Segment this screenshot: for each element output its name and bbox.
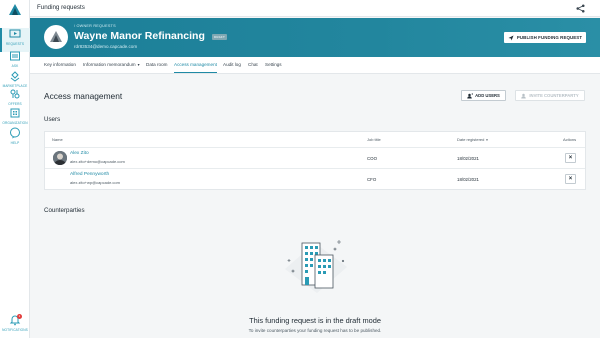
column-header-name: Name bbox=[52, 137, 63, 142]
tab-access-management[interactable]: Access management bbox=[174, 62, 217, 73]
sidebar-item-label: Organization bbox=[2, 121, 28, 125]
request-header: / OWNER REQUESTS Wayne Manor Refinancing… bbox=[30, 18, 600, 57]
users-title: Users bbox=[44, 116, 61, 123]
sidebar-item-help[interactable]: Help bbox=[0, 127, 30, 151]
close-icon: × bbox=[568, 155, 573, 161]
tab-information-memorandum[interactable]: Information memorandum ▼ bbox=[83, 62, 140, 67]
section-title: Access management bbox=[44, 91, 123, 101]
owner-email: rdr83534@demo.capcade.com bbox=[74, 44, 138, 49]
column-header-label: Date registered bbox=[457, 137, 485, 142]
chevron-down-icon: ▼ bbox=[136, 63, 141, 67]
user-date-registered: 18/02/2021 bbox=[457, 177, 479, 182]
invite-icon bbox=[521, 93, 527, 98]
company-avatar bbox=[44, 25, 68, 49]
user-name-link[interactable]: Alfred Pennyworth bbox=[70, 172, 109, 177]
organization-icon bbox=[10, 108, 20, 118]
company-logo-icon bbox=[50, 31, 62, 42]
remove-user-button[interactable]: × bbox=[565, 174, 576, 184]
table-row: Alex Zito alex.zito+demo@capcade.com COO… bbox=[45, 147, 585, 168]
users-table: Name Job title Date registered ▼ Actions… bbox=[44, 131, 586, 190]
publish-funding-request-button[interactable]: PUBLISH FUNDING REQUEST bbox=[504, 32, 586, 43]
tab-data-room[interactable]: Data room bbox=[146, 62, 167, 67]
tab-label: Information memorandum bbox=[83, 62, 136, 67]
requests-icon bbox=[9, 29, 21, 38]
user-name-link[interactable]: Alex Zito bbox=[70, 151, 89, 156]
empty-state-title: This funding request is in the draft mod… bbox=[249, 316, 381, 325]
add-users-label: ADD USERS bbox=[475, 93, 500, 98]
top-bar: Funding requests bbox=[30, 0, 600, 17]
empty-state-text: To invite counterparties your funding re… bbox=[248, 328, 382, 333]
send-icon bbox=[508, 35, 514, 40]
sidebar-item-requests[interactable]: Requests bbox=[0, 28, 30, 52]
column-header-date-registered[interactable]: Date registered ▼ bbox=[457, 137, 488, 142]
status-badge: DRAFT bbox=[212, 34, 227, 40]
main-content: Access management ADD USERS INVITE COUNT… bbox=[30, 75, 600, 338]
user-date-registered: 18/02/2021 bbox=[457, 156, 479, 161]
user-email: alex.zito+wp@capcade.com bbox=[70, 180, 120, 185]
column-header-job-title: Job title bbox=[367, 137, 381, 142]
user-email: alex.zito+demo@capcade.com bbox=[70, 159, 125, 164]
request-title: Wayne Manor Refinancing bbox=[74, 30, 205, 42]
sidebar-item-label: Requests bbox=[5, 42, 25, 46]
tab-key-information[interactable]: Key information bbox=[44, 62, 76, 67]
column-header-actions: Actions bbox=[563, 137, 577, 142]
publish-button-label: PUBLISH FUNDING REQUEST bbox=[516, 35, 583, 40]
share-icon[interactable] bbox=[575, 3, 586, 14]
breadcrumb[interactable]: / OWNER REQUESTS bbox=[74, 24, 116, 28]
table-row: Alfred Pennyworth alex.zito+wp@capcade.c… bbox=[45, 168, 585, 189]
add-users-button[interactable]: ADD USERS bbox=[461, 90, 506, 101]
tab-bar: Key information Information memorandum ▼… bbox=[30, 57, 600, 74]
page-title: Funding requests bbox=[37, 4, 85, 11]
sidebar: Requests Ask Marketplace Offers Organiza… bbox=[0, 0, 30, 338]
counterparties-title: Counterparties bbox=[44, 207, 85, 214]
sidebar-item-label: Notifications bbox=[2, 328, 28, 332]
sidebar-item-label: Offers bbox=[8, 102, 22, 106]
invite-counterparty-button[interactable]: INVITE COUNTERPARTY bbox=[515, 90, 585, 101]
tab-audit-log[interactable]: Audit log bbox=[223, 62, 241, 67]
tab-settings[interactable]: Settings bbox=[265, 62, 282, 67]
user-job-title: COO bbox=[367, 156, 378, 161]
offers-icon bbox=[10, 89, 20, 99]
add-user-icon bbox=[467, 92, 474, 98]
marketplace-icon bbox=[10, 71, 20, 82]
avatar bbox=[53, 151, 67, 165]
building-illustration bbox=[285, 240, 347, 293]
close-icon: × bbox=[568, 176, 573, 182]
sort-desc-icon: ▼ bbox=[485, 138, 489, 142]
invite-counterparty-label: INVITE COUNTERPARTY bbox=[529, 93, 579, 98]
user-job-title: CFO bbox=[367, 177, 377, 182]
tab-chat[interactable]: Chat bbox=[248, 62, 258, 67]
remove-user-button[interactable]: × bbox=[565, 153, 576, 163]
sidebar-item-label: Ask bbox=[11, 64, 19, 68]
help-icon bbox=[10, 127, 20, 139]
sidebar-item-label: Help bbox=[10, 141, 20, 145]
ask-icon bbox=[10, 51, 20, 61]
sidebar-item-notifications[interactable]: 1 Notifications bbox=[0, 314, 30, 338]
notification-badge: 1 bbox=[17, 314, 22, 319]
app-logo[interactable] bbox=[9, 4, 21, 16]
